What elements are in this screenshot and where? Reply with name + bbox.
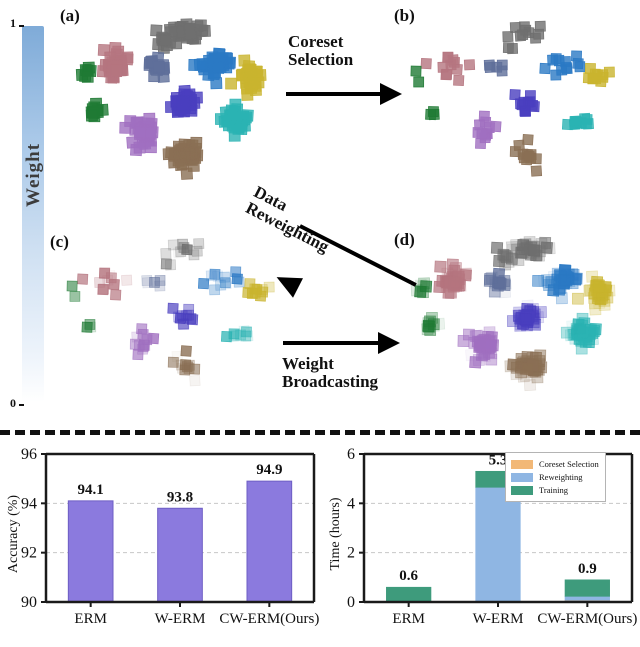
panel-c-tsne: (c) [48,222,294,422]
svg-text:ERM: ERM [74,611,107,627]
panel-b-scatter [410,20,615,177]
svg-text:93.8: 93.8 [167,489,193,505]
time-chart-legend: Coreset Selection Reweighting Training [505,452,606,502]
coreset-selection-line1: Coreset [288,32,344,51]
weight-broadcasting-line2: Broadcasting [282,372,379,392]
colorbar-title: Weight [23,142,44,207]
time-y-axis-title: Time (hours) [328,497,343,571]
panel-a-scatter [75,18,267,180]
svg-text:6: 6 [347,446,355,463]
svg-text:ERM: ERM [392,611,425,627]
section-divider [0,430,640,435]
colorbar-tick-min [19,404,24,406]
weight-broadcasting-caption: Weight Broadcasting [282,354,432,392]
legend-swatch [511,485,533,495]
svg-text:2: 2 [347,545,355,562]
svg-text:CW-ERM(Ours): CW-ERM(Ours) [219,611,319,627]
legend-swatch [511,459,533,469]
panel-d-tsne: (d) [392,222,636,424]
panel-d-scatter [410,235,616,392]
svg-text:W-ERM: W-ERM [473,611,524,627]
accuracy-bar-chart: Accuracy (%) 94.1 93.8 94.9 90 92 94 96 ERM W-ER… [0,440,320,642]
svg-text:W-ERM: W-ERM [155,611,206,627]
pipeline-diagram-section: 1 0 Weight (a) (b) (c) (d) Coreset Selec… [0,0,640,432]
colorbar-gradient [22,26,44,402]
legend-item-2: Reweighting [511,471,599,483]
weight-broadcasting-line1: Weight [282,354,334,373]
svg-text:CW-ERM(Ours): CW-ERM(Ours) [537,611,637,627]
colorbar-max-label: 1 [10,16,16,30]
svg-text:94.9: 94.9 [256,462,282,478]
svg-text:92: 92 [21,545,37,562]
accuracy-y-axis-title: Accuracy (%) [6,494,21,574]
panel-a-tsne: (a) [58,4,286,214]
svg-text:0: 0 [347,594,355,611]
legend-label: Reweighting [539,472,583,482]
svg-text:0.9: 0.9 [578,561,597,577]
legend-item-1: Coreset Selection [511,458,599,470]
svg-text:90: 90 [21,594,37,611]
coreset-selection-line2: Selection [288,50,354,70]
colorbar-min-label: 0 [10,396,16,410]
time-bar-chart: Time (hours) 0.6 5.3 0.9 0 2 4 6 ERM W-ERM CW-ERM… [320,440,640,642]
accuracy-plot: 94.1 93.8 94.9 90 92 94 96 ERM W-ERM CW-ERM(Ours) [21,446,319,627]
legend-label: Coreset Selection [539,459,599,469]
panel-c-scatter [66,238,275,387]
svg-text:94.1: 94.1 [78,482,104,498]
svg-text:94: 94 [21,495,37,512]
svg-text:0.6: 0.6 [399,568,418,584]
colorbar-tick-max [19,25,24,27]
legend-label: Training [539,485,568,495]
svg-text:96: 96 [21,446,37,463]
legend-swatch [511,472,533,482]
legend-item-3: Training [511,484,599,496]
panel-b-tsne: (b) [392,4,634,214]
svg-text:4: 4 [347,495,355,512]
coreset-selection-caption: Coreset Selection [288,32,418,70]
